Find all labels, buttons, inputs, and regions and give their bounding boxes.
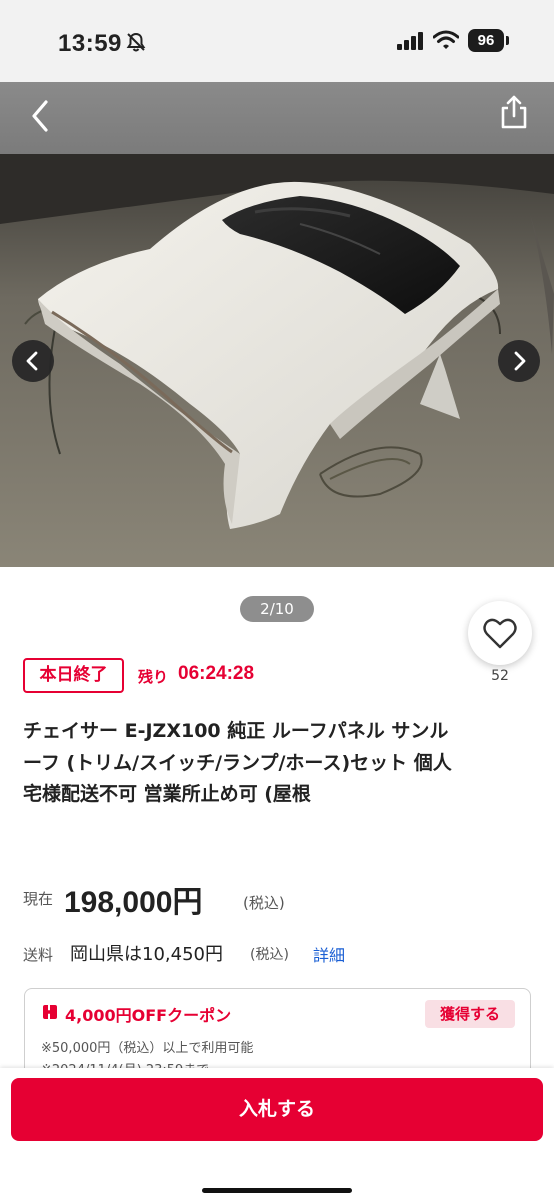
shipping-detail-link[interactable]: 詳細 [313, 942, 345, 966]
current-price-label: 現在 [23, 890, 54, 908]
coupon-icon [43, 1005, 57, 1019]
remaining-label: 残り [138, 668, 169, 686]
chevron-left-icon[interactable] [26, 96, 56, 136]
status-time: 13:59 [58, 30, 122, 57]
home-indicator [202, 1188, 352, 1193]
shipping-tax-note: (税込) [250, 947, 289, 963]
coupon-title: 4,000円OFFクーポン [65, 1006, 232, 1025]
battery-tip [506, 36, 509, 45]
header-bar [0, 82, 554, 154]
current-price: 198,000円 [64, 886, 203, 919]
shipping-fee: 岡山県は10,450円 [70, 944, 223, 965]
heart-outline-icon [483, 618, 517, 649]
remaining-time: 06:24:28 [178, 663, 255, 684]
chevron-right-icon[interactable] [498, 340, 540, 382]
share-icon[interactable] [498, 94, 530, 130]
signal-icon [397, 32, 423, 50]
coupon-condition-min: ※50,000円（税込）以上で利用可能 [41, 1041, 254, 1056]
price-tax-note: (税込) [243, 894, 285, 912]
watch-count: 52 [491, 668, 509, 684]
chevron-left-icon[interactable] [12, 340, 54, 382]
bottom-action-bar: 入札する [0, 1068, 554, 1200]
car-roof-panel-image [0, 154, 554, 567]
bid-button[interactable]: 入札する [11, 1078, 543, 1141]
bell-slash-icon [126, 32, 146, 52]
item-title: チェイサー E-JZX100 純正 ルーフパネル サンルーフ (トリム/スイッチ… [23, 720, 452, 805]
end-today-badge: 本日終了 [23, 658, 124, 693]
acquire-coupon-button[interactable]: 獲得する [425, 1000, 515, 1028]
product-photo[interactable] [0, 154, 554, 567]
image-page-counter: 2/10 [240, 596, 314, 622]
battery-icon: 96 [468, 29, 504, 52]
wifi-icon [433, 30, 459, 49]
watch-button[interactable] [468, 601, 532, 665]
status-bar: 13:59 96 [0, 0, 554, 82]
shipping-label: 送料 [23, 946, 54, 964]
